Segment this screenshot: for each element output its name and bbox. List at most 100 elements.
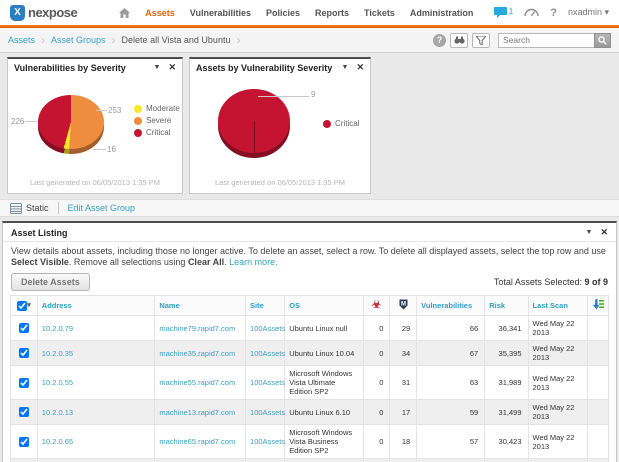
asset-site-link[interactable]: 100Assets xyxy=(250,437,285,446)
legend-item: Moderate xyxy=(134,104,180,113)
collapse-panel-icon[interactable]: ▼ xyxy=(342,64,349,71)
news-gauge-button[interactable] xyxy=(524,4,539,22)
search-submit-button[interactable] xyxy=(594,33,611,48)
chart-legend: ModerateSevereCritical xyxy=(134,104,180,137)
slice-value-critical: 226 xyxy=(11,117,24,126)
breadcrumb-assets[interactable]: Assets xyxy=(8,35,35,45)
asset-site-link[interactable]: 100Assets xyxy=(250,349,285,358)
callout-line xyxy=(258,96,309,97)
main-nav: Assets Vulnerabilities Policies Reports … xyxy=(119,8,473,18)
funnel-icon xyxy=(476,36,486,45)
asset-last-scan: Wed May 22 2013 xyxy=(528,366,588,400)
select-all-checkbox[interactable] xyxy=(17,301,27,311)
asset-table-row[interactable]: 10.2.0.55 machine55.rapid7.com 100Assets… xyxy=(11,366,609,400)
asset-exploit-count: 18 xyxy=(390,425,417,459)
total-label: Total Assets Selected: xyxy=(494,277,582,287)
select-dropdown-icon[interactable]: ▾ xyxy=(27,302,31,309)
logo-shield-icon: X xyxy=(10,5,25,21)
collapse-panel-icon[interactable]: ▼ xyxy=(154,64,161,71)
nexpose-logo[interactable]: X nexpose xyxy=(10,5,77,21)
description-text: View details about assets, including tho… xyxy=(11,246,606,256)
row-checkbox[interactable] xyxy=(19,323,29,333)
slice-value-moderate: 16 xyxy=(107,145,116,154)
asset-table-row[interactable]: 10.2.0.35 machine35.rapid7.com 100Assets… xyxy=(11,341,609,366)
breadcrumb-current: Delete all Vista and Ubuntu xyxy=(122,35,231,45)
collapse-panel-icon[interactable]: ▼ xyxy=(586,229,593,236)
breadcrumb-asset-groups[interactable]: Asset Groups xyxy=(51,35,106,45)
contextual-help-icon[interactable]: ? xyxy=(433,34,446,47)
column-header-malware[interactable]: ☣ xyxy=(363,296,390,316)
asset-table-body: 10.2.0.79 machine79.rapid7.com 100Assets… xyxy=(11,316,609,462)
asset-site-link[interactable]: 100Assets xyxy=(250,408,285,417)
delete-assets-button[interactable]: Delete Assets xyxy=(11,273,90,291)
nav-item-vulnerabilities[interactable]: Vulnerabilities xyxy=(190,8,251,18)
column-header-os[interactable]: OS xyxy=(285,296,363,316)
asset-malware-count xyxy=(363,459,390,462)
asset-address-link[interactable]: 10.2.0.13 xyxy=(42,408,73,417)
asset-table-row[interactable]: 10.2.0.79 machine79.rapid7.com 100Assets… xyxy=(11,316,609,341)
user-menu[interactable]: nxadmin ▾ xyxy=(568,7,609,18)
clear-all-keyword: Clear All xyxy=(188,257,224,267)
asset-address-link[interactable]: 10.2.0.35 xyxy=(42,349,73,358)
select-visible-keyword: Select Visible xyxy=(11,257,69,267)
binoculars-icon xyxy=(454,36,465,44)
asset-search-button[interactable] xyxy=(450,33,468,48)
column-header-address[interactable]: Address xyxy=(37,296,155,316)
column-header-risk[interactable]: Risk xyxy=(485,296,528,316)
row-checkbox[interactable] xyxy=(19,348,29,358)
close-panel-icon[interactable]: ✕ xyxy=(356,62,364,73)
search-input[interactable] xyxy=(498,33,594,48)
filter-button[interactable] xyxy=(472,33,490,48)
home-icon[interactable] xyxy=(119,8,130,18)
asset-site-link[interactable]: 100Assets xyxy=(250,324,285,333)
help-button[interactable]: ? xyxy=(550,7,557,19)
asset-os: Ubuntu Linux 10.04 xyxy=(285,341,363,366)
asset-name-link[interactable]: machine79.rapid7.com xyxy=(159,324,235,333)
close-panel-icon[interactable]: ✕ xyxy=(168,62,176,73)
row-checkbox[interactable] xyxy=(19,407,29,417)
row-checkbox[interactable] xyxy=(19,378,29,388)
column-header-name[interactable]: Name xyxy=(155,296,246,316)
close-panel-icon[interactable]: ✕ xyxy=(600,227,608,238)
asset-site-link[interactable]: 100Assets xyxy=(250,378,285,387)
asset-address-link[interactable]: 10.2.0.55 xyxy=(42,378,73,387)
nav-item-administration[interactable]: Administration xyxy=(410,8,474,18)
asset-exploit-count: 29 xyxy=(390,316,417,341)
panel-title: Assets by Vulnerability Severity xyxy=(196,63,342,73)
svg-text:M: M xyxy=(401,302,406,308)
row-checkbox[interactable] xyxy=(19,437,29,447)
asset-last-scan: Wed May 22 2013 xyxy=(528,341,588,366)
asset-name-link[interactable]: machine13.rapid7.com xyxy=(159,408,235,417)
asset-address-link[interactable]: 10.2.0.65 xyxy=(42,437,73,446)
asset-os: Ubuntu Linux 6.10 xyxy=(285,400,363,425)
asset-name-link[interactable]: machine35.rapid7.com xyxy=(159,349,235,358)
asset-risk-score: 30,423 xyxy=(485,425,528,459)
asset-table-row[interactable]: Microsoft Wed May 22 xyxy=(11,459,609,462)
panel-title: Vulnerabilities by Severity xyxy=(14,63,154,73)
column-header-vulnerabilities[interactable]: Vulnerabilities xyxy=(417,296,485,316)
asset-exploit-count: 31 xyxy=(390,366,417,400)
legend-item: Critical xyxy=(323,119,359,128)
column-header-exploits[interactable]: M xyxy=(390,296,417,316)
gauge-icon xyxy=(524,8,539,17)
asset-malware-count: 0 xyxy=(363,400,390,425)
total-value: 9 of 9 xyxy=(584,277,608,287)
nav-item-assets[interactable]: Assets xyxy=(145,8,175,18)
divider xyxy=(58,202,59,214)
edit-asset-group-link[interactable]: Edit Asset Group xyxy=(68,203,136,213)
export-button[interactable] xyxy=(588,296,609,316)
column-header-site[interactable]: Site xyxy=(246,296,285,316)
column-header-last-scan[interactable]: Last Scan xyxy=(528,296,588,316)
notifications-button[interactable]: 1 xyxy=(494,7,513,18)
nav-item-reports[interactable]: Reports xyxy=(315,8,349,18)
asset-name-link[interactable]: machine65.rapid7.com xyxy=(159,437,235,446)
asset-address-link[interactable]: 10.2.0.79 xyxy=(42,324,73,333)
asset-table-row[interactable]: 10.2.0.65 machine65.rapid7.com 100Assets… xyxy=(11,425,609,459)
asset-table-row[interactable]: 10.2.0.13 machine13.rapid7.com 100Assets… xyxy=(11,400,609,425)
nav-item-tickets[interactable]: Tickets xyxy=(364,8,395,18)
panel-vulnerabilities-by-severity: Vulnerabilities by Severity ▼ ✕ 253 226 … xyxy=(7,57,183,194)
asset-listing-title: Asset Listing xyxy=(11,228,586,238)
learn-more-link[interactable]: Learn more. xyxy=(229,257,278,267)
asset-name-link[interactable]: machine55.rapid7.com xyxy=(159,378,235,387)
nav-item-policies[interactable]: Policies xyxy=(266,8,300,18)
